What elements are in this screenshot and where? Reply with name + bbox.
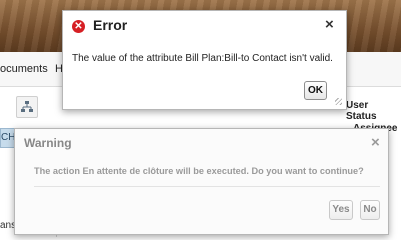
ok-button[interactable]: OK: [304, 81, 327, 100]
hierarchy-button[interactable]: [16, 96, 38, 118]
error-message: The value of the attribute Bill Plan:Bil…: [72, 53, 333, 64]
resize-grip-icon[interactable]: [335, 98, 342, 105]
no-button[interactable]: No: [360, 200, 380, 220]
tab-documents[interactable]: ocuments: [0, 63, 48, 75]
warning-dialog-title: Warning: [24, 136, 72, 150]
error-dialog: ✕ Error × The value of the attribute Bil…: [62, 10, 347, 110]
divider: [34, 186, 380, 187]
user-status-label: User Status: [346, 100, 377, 122]
warning-dialog: Warning × The action En attente de clôtu…: [14, 128, 389, 235]
warning-message: The action En attente de clôture will be…: [34, 166, 364, 176]
hierarchy-icon: [21, 101, 33, 112]
warning-close-icon[interactable]: ×: [371, 134, 380, 151]
error-dialog-title: Error: [93, 17, 128, 33]
yes-button[interactable]: Yes: [329, 200, 353, 220]
error-icon: ✕: [72, 20, 85, 33]
error-close-icon[interactable]: ×: [325, 16, 334, 33]
